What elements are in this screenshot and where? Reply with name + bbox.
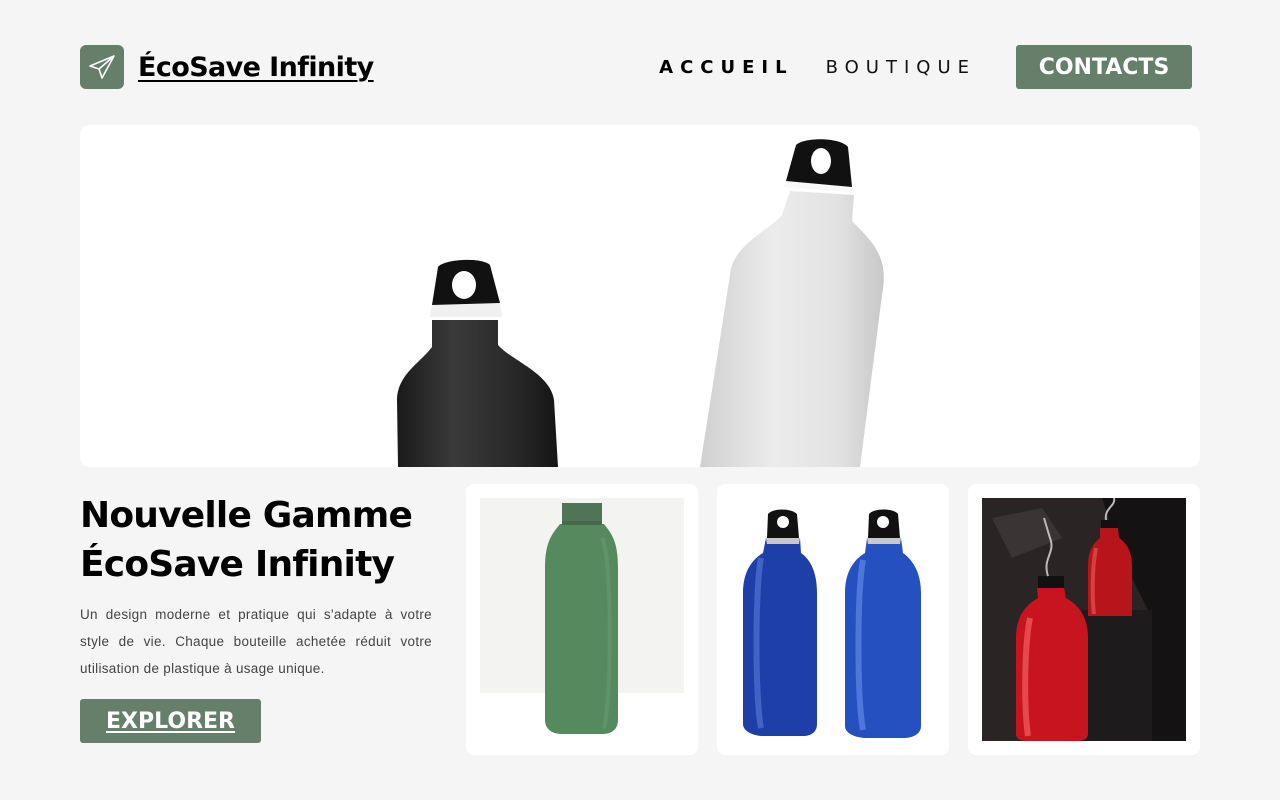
main-nav: ACCUEIL BOUTIQUE CONTACTS — [659, 44, 1192, 90]
blue-bottles-image — [731, 498, 935, 741]
black-bottle-shape — [397, 259, 558, 467]
white-bottle-shape — [700, 139, 884, 467]
explore-button[interactable]: EXPLORER — [80, 699, 261, 743]
title-line-1: Nouvelle Gamme — [80, 495, 413, 536]
product-card-blue-bottles[interactable] — [717, 484, 949, 755]
paper-plane-icon — [80, 45, 124, 89]
page-title: Nouvelle Gamme ÉcoSave Infinity — [80, 491, 440, 589]
title-line-2: ÉcoSave Infinity — [80, 544, 395, 585]
intro-description: Un design moderne et pratique qui s'adap… — [80, 607, 432, 676]
green-bottle-image — [480, 498, 684, 741]
contacts-button[interactable]: CONTACTS — [1016, 45, 1192, 89]
product-card-red-bottles[interactable] — [968, 484, 1200, 755]
red-bottles-image — [982, 498, 1186, 741]
product-card-green-bottle[interactable] — [466, 484, 698, 755]
site-header: ÉcoSave Infinity ACCUEIL BOUTIQUE CONTAC… — [80, 44, 1192, 90]
hero-image — [80, 125, 1200, 467]
nav-home-link[interactable]: ACCUEIL — [659, 57, 793, 78]
logo[interactable]: ÉcoSave Infinity — [80, 45, 374, 89]
nav-shop-link[interactable]: BOUTIQUE — [826, 57, 976, 78]
brand-name[interactable]: ÉcoSave Infinity — [138, 52, 374, 83]
